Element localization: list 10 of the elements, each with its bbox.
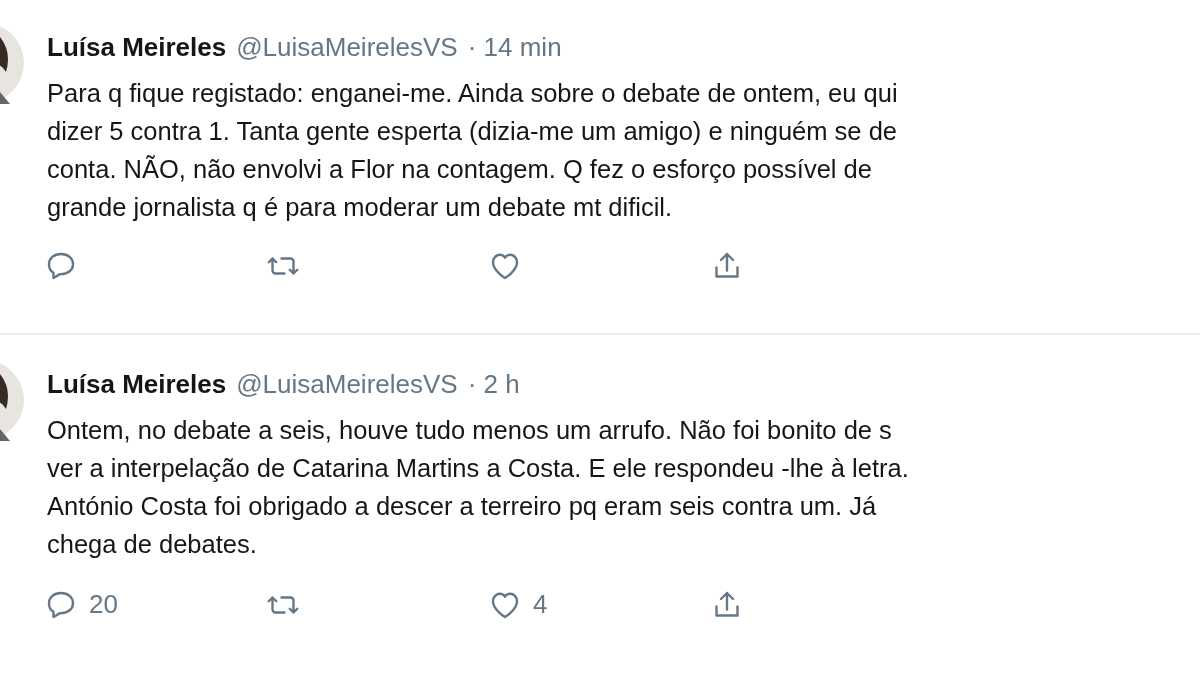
action-count: 4 bbox=[533, 588, 548, 621]
author-name[interactable]: Luísa Meireles bbox=[47, 22, 227, 72]
author-name[interactable]: Luísa Meireles bbox=[47, 359, 227, 409]
tweet-text: Para q fique registado: enganei-me. Ainda sobre o debate de ontem, eu qui dizer 5 contra 1. Tanta gente esperta (dizia-me um amigo) e ninguém se de conta. NÃO, não envolvi a Flor na contagem. Q fez o esforço possível de grande jornalista q é para moderar um debate mt dificil. bbox=[47, 78, 899, 223]
timestamp[interactable]: · 2 h bbox=[467, 359, 520, 409]
author-handle[interactable]: @LuisaMeirelesVS bbox=[236, 22, 458, 72]
action-count: 20 bbox=[89, 588, 118, 621]
author-handle[interactable]: @LuisaMeirelesVS bbox=[236, 359, 458, 409]
timestamp[interactable]: · 14 min bbox=[467, 22, 562, 72]
tweet-text: Ontem, no debate a seis, houve tudo menos um arrufo. Não foi bonito de s ver a interpelação de Catarina Martins a Costa. E ele respondeu -lhe à letra. António Costa foi obrigado a descer a terreiro pq eram seis contra um. Já chega de debates. bbox=[47, 415, 910, 560]
